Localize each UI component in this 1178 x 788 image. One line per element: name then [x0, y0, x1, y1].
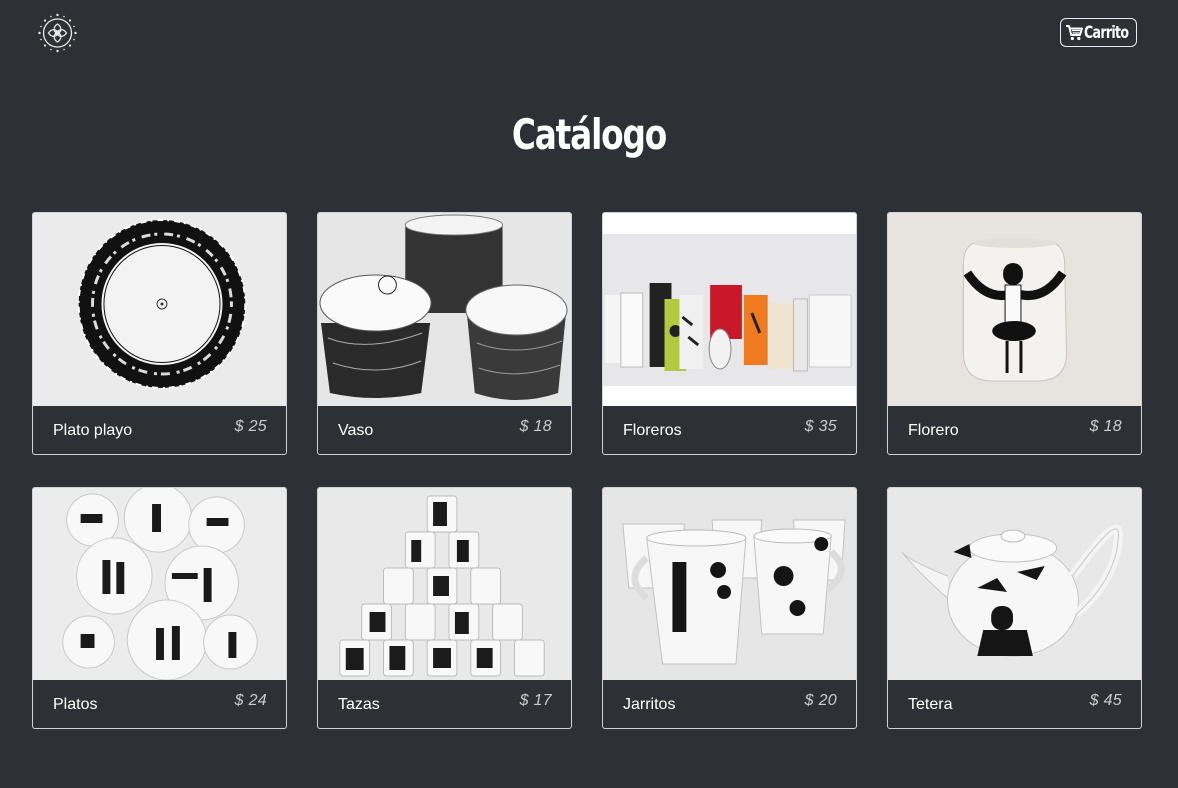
product-card[interactable]: Plato playo $ 25 — [32, 212, 287, 455]
product-card[interactable]: Floreros $ 35 — [602, 212, 857, 455]
product-price: $ 35 — [804, 418, 837, 435]
mug-pyramid-photo — [318, 488, 571, 680]
illustrated-plates-photo — [33, 488, 286, 680]
illustrated-mugs-photo — [603, 488, 856, 680]
product-card[interactable]: Florero $ 18 — [887, 212, 1142, 455]
product-price: $ 24 — [234, 692, 267, 709]
product-name: Floreros — [623, 422, 682, 439]
product-price: $ 18 — [519, 418, 552, 435]
product-price: $ 25 — [234, 418, 267, 435]
product-card[interactable]: Jarritos $ 20 — [602, 487, 857, 729]
mandala-logo-icon[interactable] — [36, 12, 79, 54]
product-grid: Plato playo $ 25 Vaso $ 18 Floreros $ 35… — [32, 212, 1142, 729]
product-name: Plato playo — [53, 422, 133, 439]
product-price: $ 45 — [1089, 692, 1122, 709]
page-title: Catálogo — [511, 110, 667, 159]
product-card[interactable]: Tazas $ 17 — [317, 487, 572, 729]
cart-label: Carrito — [1083, 22, 1129, 43]
product-name: Vaso — [338, 422, 374, 439]
cart-icon — [1065, 25, 1083, 41]
product-name: Jarritos — [623, 696, 676, 713]
product-price: $ 20 — [804, 692, 837, 709]
cart-button[interactable]: Carrito — [1060, 18, 1137, 47]
product-price: $ 17 — [519, 692, 552, 709]
white-vase-photo — [888, 213, 1141, 406]
product-price: $ 18 — [1089, 418, 1122, 435]
black-patterned-plate-photo — [33, 213, 286, 406]
teapot-photo — [888, 488, 1141, 680]
product-card[interactable]: Vaso $ 18 — [317, 212, 572, 455]
product-name: Tazas — [338, 696, 380, 713]
product-name: Florero — [908, 422, 959, 439]
colorful-vases-photo — [603, 213, 856, 406]
product-name: Tetera — [908, 696, 953, 713]
product-card[interactable]: Platos $ 24 — [32, 487, 287, 729]
product-card[interactable]: Tetera $ 45 — [887, 487, 1142, 729]
product-name: Platos — [53, 696, 98, 713]
patterned-cups-photo — [318, 213, 571, 406]
